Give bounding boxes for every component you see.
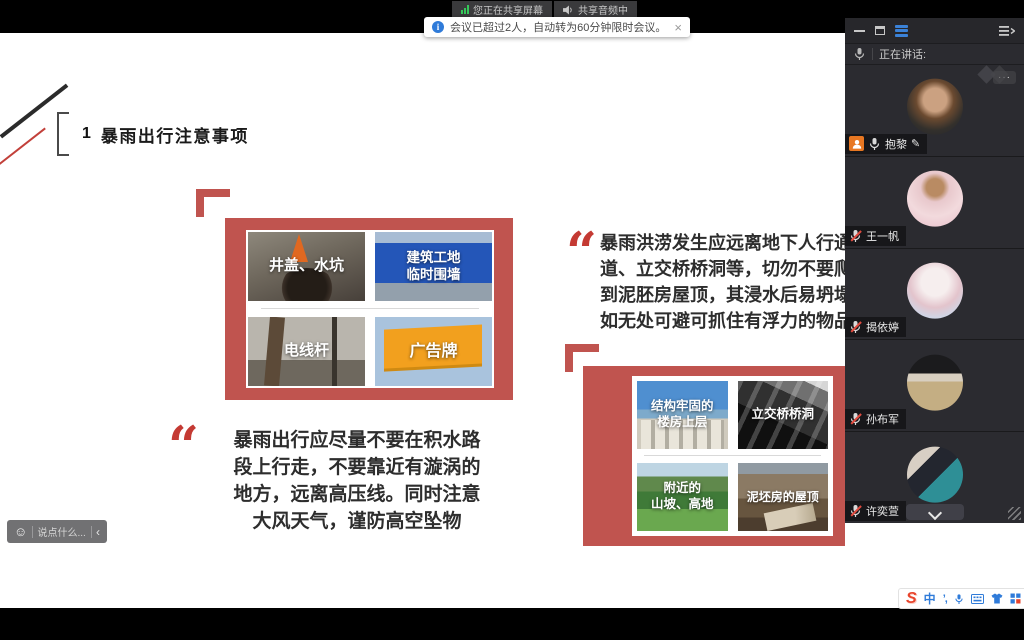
edit-name-icon[interactable]: ✎ [911, 137, 920, 150]
avatar [907, 263, 963, 319]
screen-share-toolbar: 您正在共享屏幕 共享音频中 [452, 1, 637, 18]
notification-text: 会议已超过2人，自动转为60分钟限时会议。 [450, 19, 666, 35]
panel-collapse-button[interactable] [906, 504, 964, 520]
mic-muted-icon [849, 320, 862, 334]
photo-label: 结构牢固的 楼房上层 [651, 399, 714, 430]
minimize-icon[interactable] [854, 30, 865, 32]
participant-panel: 正在讲话: ··· 抱黎 ✎ [845, 18, 1024, 523]
shelter-photo-panel: 结构牢固的 楼房上层 立交桥桥洞 附近的 山坡、高地 泥坯房的屋顶 [583, 366, 845, 546]
photo-label: 泥坯房的屋顶 [747, 490, 819, 505]
sharing-status-label: 您正在共享屏幕 [473, 2, 543, 17]
mic-icon [853, 47, 866, 61]
panel-titlebar [845, 18, 1024, 43]
toolbox-icon[interactable] [1010, 593, 1021, 604]
screen: 1 暴雨出行注意事项 井盖、水坑 建筑工地 临时围墙 电线杆 广告牌 [0, 0, 1024, 640]
participant-name-bar: 孙布军 [845, 409, 906, 429]
participant-name-bar: 王一帆 [845, 226, 906, 246]
photo-label: 立交桥桥洞 [751, 407, 814, 423]
voice-input-icon[interactable] [954, 593, 964, 605]
punctuation-icon[interactable]: ’, [943, 593, 947, 605]
participant-name: 抱黎 [885, 136, 907, 152]
photo-sturdy-building: 结构牢固的 楼房上层 [637, 381, 728, 449]
participant-name: 许奕萱 [866, 503, 899, 519]
travel-advice-text: 暴雨出行应尽量不要在积水路 段上行走，不要靠近有漩涡的 地方，远离高压线。同时注… [196, 427, 518, 535]
title-bracket-decoration [57, 112, 69, 156]
signal-bars-icon [461, 5, 469, 14]
speaker-icon [563, 5, 574, 15]
participant-name-bar: 抱黎 ✎ [845, 134, 927, 154]
photo-construction-wall: 建筑工地 临时围墙 [375, 232, 492, 301]
flood-advice-text: 暴雨洪涝发生应远离地下人行通 道、立交桥桥洞等，切勿不要爬 到泥胚房屋顶，其浸水… [592, 230, 860, 334]
photo-label: 广告牌 [409, 342, 457, 362]
avatar [907, 171, 963, 227]
photo-hillside: 附近的 山坡、高地 [637, 463, 728, 531]
participant-tiles: ··· 抱黎 ✎ [845, 65, 1024, 523]
participant-name: 孙布军 [866, 411, 899, 427]
slide-title: 暴雨出行注意事项 [101, 122, 249, 147]
photo-label: 井盖、水坑 [269, 257, 344, 276]
chat-input[interactable]: 说点什么... [37, 524, 85, 539]
slide-title-number: 1 [82, 125, 91, 143]
divider [872, 48, 873, 60]
avatar [907, 79, 963, 135]
photo-overpass: 立交桥桥洞 [738, 381, 829, 449]
participant-name-bar: 揭依婷 [845, 317, 906, 337]
skin-icon[interactable] [991, 593, 1003, 604]
avatar [907, 354, 963, 410]
meeting-notification: i 会议已超过2人，自动转为60分钟限时会议。 × [424, 17, 690, 37]
input-method-toolbar: S 中 ’, [898, 588, 1024, 609]
participant-tile[interactable]: 揭依婷 [845, 249, 1024, 341]
sharing-status-button[interactable]: 您正在共享屏幕 [452, 1, 552, 18]
audio-share-label: 共享音频中 [578, 2, 628, 17]
participant-tile[interactable]: 孙布军 [845, 340, 1024, 432]
participant-tile[interactable]: 许奕萱 [845, 432, 1024, 523]
presenter-badge-icon [849, 136, 864, 151]
panel-collapse-icon[interactable] [999, 25, 1015, 37]
soft-keyboard-icon[interactable] [971, 594, 984, 604]
emoji-icon[interactable]: ☺ [14, 525, 27, 538]
corner-bracket-decoration [196, 189, 230, 217]
layout-view-icon[interactable] [895, 25, 908, 37]
participant-tile[interactable]: 王一帆 [845, 157, 1024, 249]
photo-manhole-puddle: 井盖、水坑 [248, 232, 365, 301]
participant-name: 王一帆 [866, 228, 899, 244]
chinese-mode-icon[interactable]: 中 [924, 590, 936, 607]
photo-utility-pole: 电线杆 [248, 317, 365, 386]
mic-icon [868, 137, 881, 151]
mic-muted-icon [849, 504, 862, 518]
photo-label: 电线杆 [284, 342, 329, 361]
participant-name-bar: 许奕萱 [845, 501, 906, 521]
photo-mud-house-roof: 泥坯房的屋顶 [738, 463, 829, 531]
sogou-logo[interactable]: S [906, 591, 917, 607]
resize-handle[interactable] [1008, 507, 1021, 520]
slide-title-block: 1 暴雨出行注意事项 [57, 112, 249, 156]
chat-quick-bar[interactable]: ☺ 说点什么... ‹ [7, 520, 107, 543]
participant-name: 揭依婷 [866, 319, 899, 335]
quote-mark-icon: “ [168, 425, 199, 468]
audio-share-button[interactable]: 共享音频中 [554, 1, 637, 18]
mic-muted-icon [849, 412, 862, 426]
chat-collapse-icon[interactable]: ‹ [96, 526, 100, 538]
speaking-label: 正在讲话: [879, 46, 926, 62]
speaking-status-row: 正在讲话: [845, 43, 1024, 65]
photo-label: 附近的 山坡、高地 [651, 481, 714, 512]
photo-billboard: 广告牌 [375, 317, 492, 386]
speaking-indicator-icon [978, 66, 1012, 84]
info-icon: i [432, 21, 444, 33]
close-icon[interactable]: × [674, 20, 682, 35]
hazards-photo-panel: 井盖、水坑 建筑工地 临时围墙 电线杆 广告牌 [225, 218, 513, 400]
mic-muted-icon [849, 229, 862, 243]
restore-window-icon[interactable] [875, 26, 885, 35]
avatar [907, 446, 963, 502]
photo-label: 建筑工地 临时围墙 [407, 250, 461, 284]
